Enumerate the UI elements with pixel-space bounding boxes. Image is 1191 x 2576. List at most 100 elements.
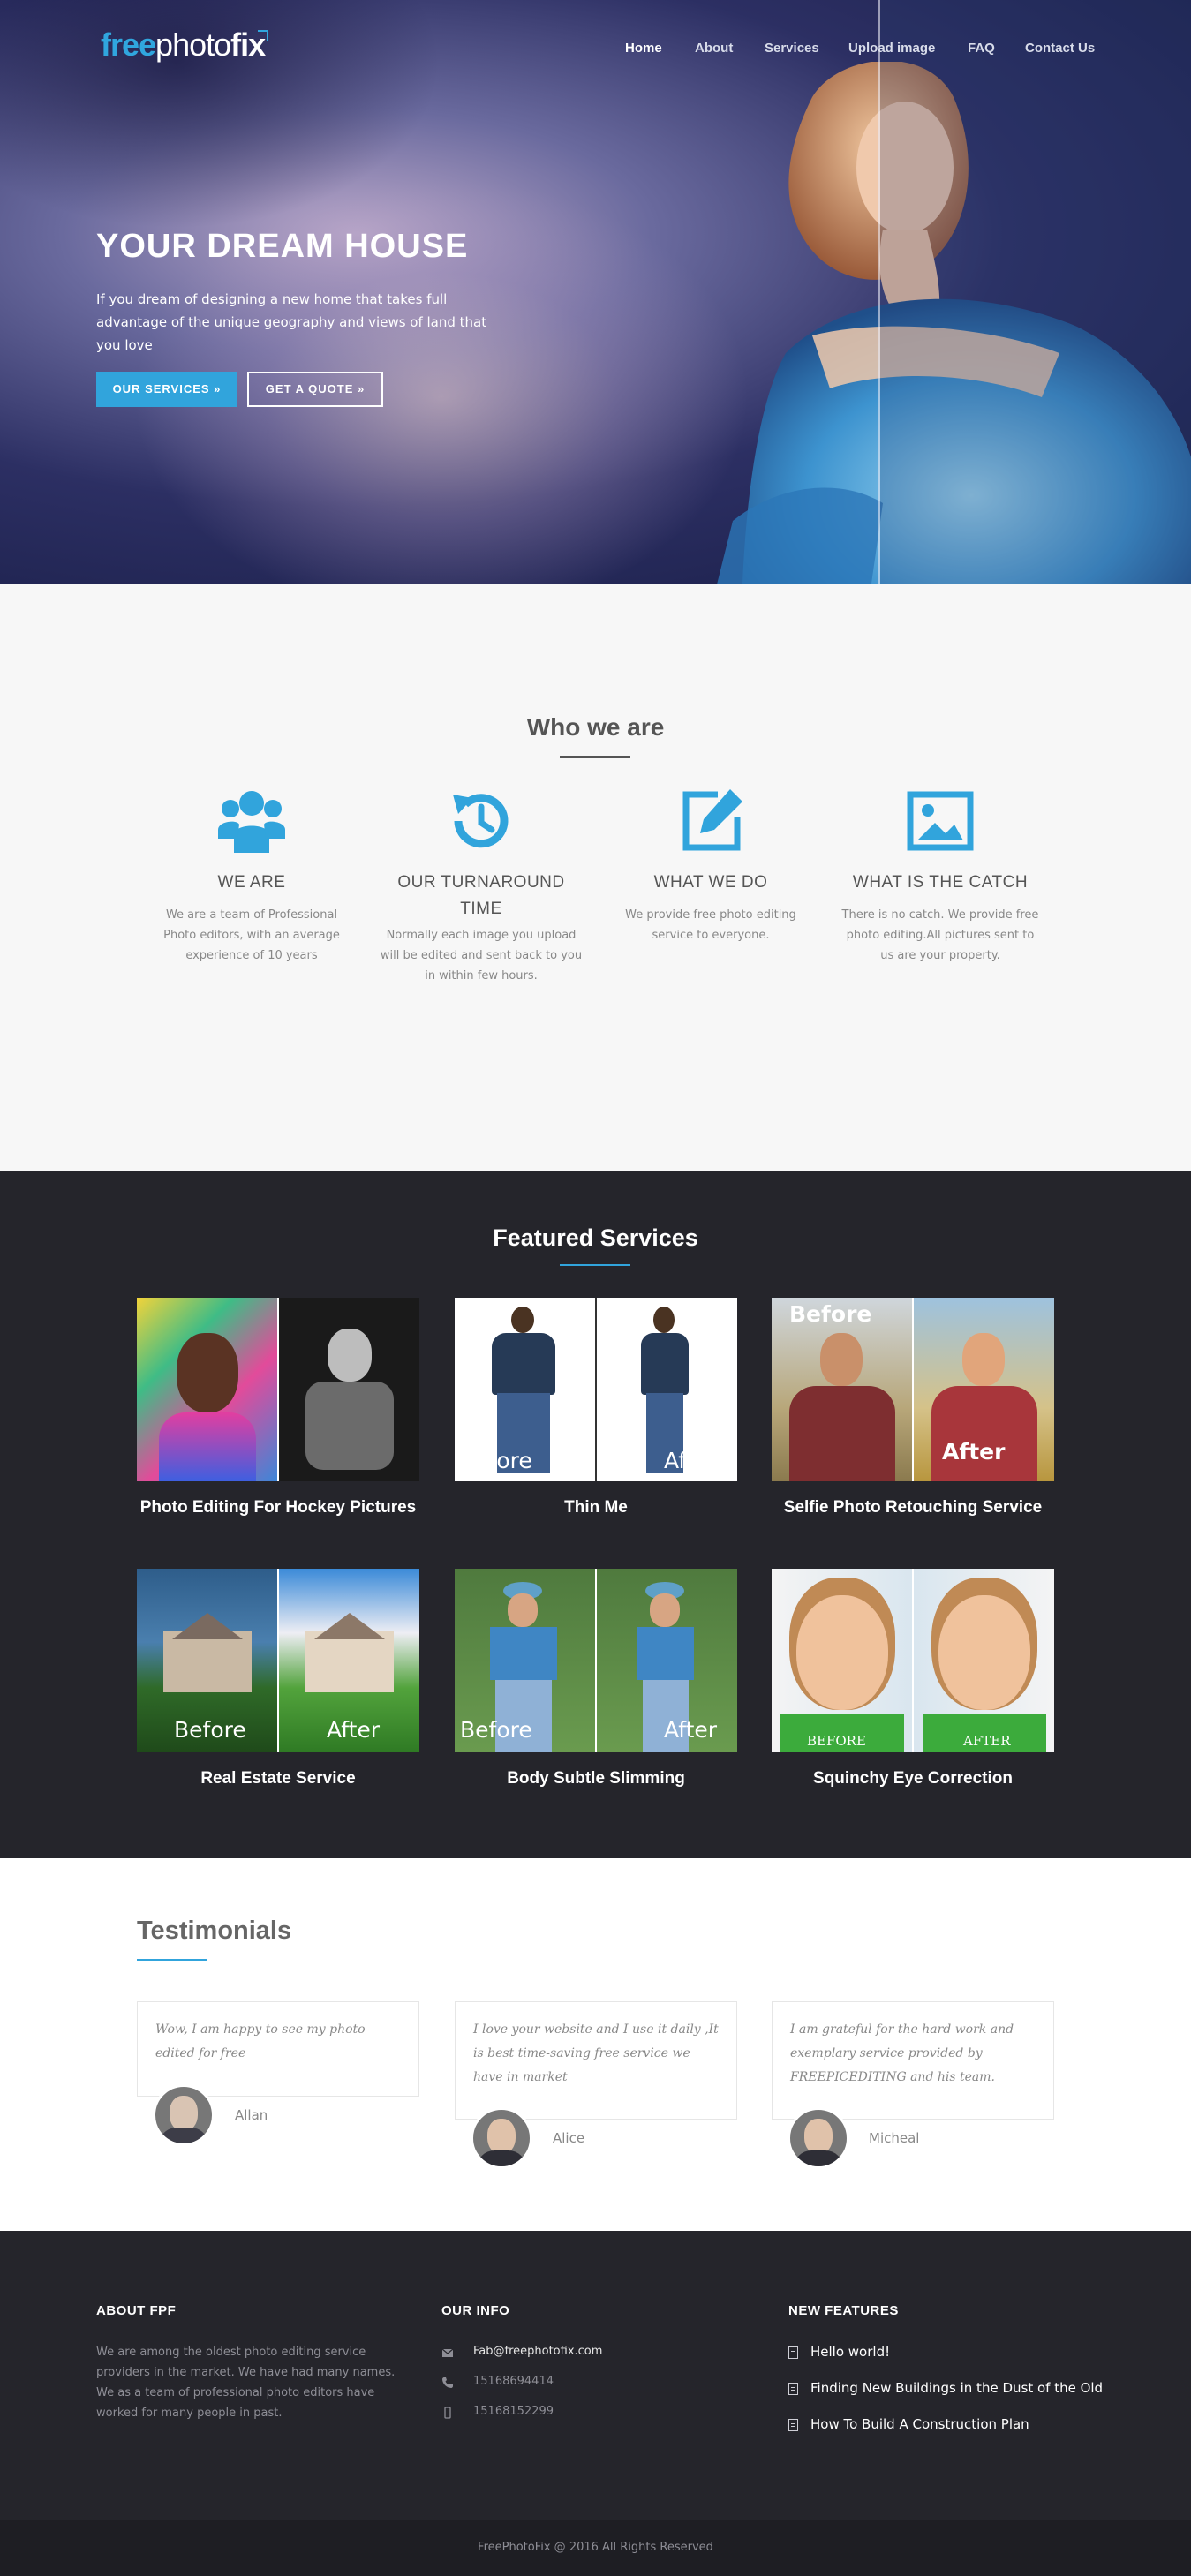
hero-title: YOUR DREAM HOUSE	[96, 228, 469, 265]
footer-about-title: ABOUT FPF	[96, 2303, 177, 2318]
our-services-button[interactable]: OUR SERVICES »	[96, 372, 237, 407]
service-thumbnail[interactable]: Before After	[137, 1569, 419, 1752]
after-image: After	[279, 1569, 419, 1752]
service-title[interactable]: Body Subtle Slimming	[455, 1769, 737, 1789]
footer-email-text[interactable]: Fab@freephotofix.com	[473, 2345, 602, 2358]
before-image: Before	[455, 1298, 595, 1481]
feature-link-text[interactable]: Hello world!	[810, 2344, 890, 2360]
testimonial-quote: Wow, I am happy to see my photo edited f…	[155, 2022, 366, 2060]
after-image	[279, 1298, 419, 1481]
testimonial-card: Wow, I am happy to see my photo edited f…	[137, 2001, 419, 2097]
get-a-quote-button[interactable]: GET A QUOTE »	[247, 372, 383, 407]
testimonial-author: Allan	[235, 2107, 268, 2123]
service-thumbnail[interactable]	[137, 1298, 419, 1481]
clock-rotate-icon	[453, 794, 509, 848]
avatar	[471, 2107, 532, 2169]
avatar	[788, 2107, 849, 2169]
document-icon	[788, 2419, 798, 2431]
service-title[interactable]: Selfie Photo Retouching Service	[772, 1498, 1054, 1518]
feature-link-text[interactable]: Finding New Buildings in the Dust of the…	[810, 2380, 1103, 2396]
hero-section: freephotofix Home About Services Upload …	[0, 0, 1191, 584]
footer-features-title: NEW FEATURES	[788, 2303, 899, 2318]
after-label: After	[327, 1717, 381, 1743]
image-icon	[907, 791, 974, 851]
logo-arrow-icon	[258, 30, 268, 41]
avatar	[153, 2084, 215, 2146]
service-thumbnail[interactable]: Before After	[455, 1569, 737, 1752]
nav-about[interactable]: About	[695, 41, 733, 56]
feature-heading: OUR TURNAROUND TIME	[397, 873, 565, 918]
service-title[interactable]: Squinchy Eye Correction	[772, 1769, 1054, 1789]
after-image: AFTER	[914, 1569, 1054, 1752]
hero-after-overlay	[880, 0, 1191, 584]
footer-info-title: OUR INFO	[441, 2303, 510, 2318]
footer: ABOUT FPF We are among the oldest photo …	[0, 2231, 1191, 2520]
before-label: Before	[460, 1717, 532, 1743]
service-title[interactable]: Thin Me	[455, 1498, 737, 1518]
service-thumbnail[interactable]: Before After	[455, 1298, 737, 1481]
testimonial-card: I love your website and I use it daily ,…	[455, 2001, 737, 2120]
before-label: Before	[174, 1717, 246, 1743]
testimonial-quote: I am grateful for the hard work and exem…	[790, 2022, 1014, 2084]
featured-services-title: Featured Services	[493, 1224, 698, 1251]
nav-services[interactable]: Services	[765, 41, 819, 56]
footer-phone-text: 15168694414	[473, 2375, 554, 2388]
testimonial-author: Alice	[553, 2130, 585, 2146]
hero-subtitle: If you dream of designing a new home tha…	[96, 291, 487, 353]
footer-feature-link[interactable]: Hello world!	[788, 2344, 1106, 2363]
phone-icon	[442, 2377, 453, 2388]
edit-icon	[682, 789, 742, 851]
after-label: After	[942, 1439, 1006, 1465]
who-we-are-section: Who we are WE ARE We are a team of Profe…	[0, 584, 1191, 1171]
before-image: BEFORE	[772, 1569, 912, 1752]
testimonial-author: Micheal	[869, 2130, 920, 2146]
testimonial-card: I am grateful for the hard work and exem…	[772, 2001, 1054, 2120]
testimonial-quote: I love your website and I use it daily ,…	[473, 2022, 719, 2084]
copyright-bar: FreePhotoFix @ 2016 All Rights Reserved	[0, 2520, 1191, 2576]
feature-heading: WHAT WE DO	[653, 873, 768, 892]
mobile-icon	[444, 2407, 451, 2419]
after-image: After	[597, 1569, 737, 1752]
after-label: After	[664, 1448, 718, 1473]
nav-home[interactable]: Home	[625, 41, 662, 56]
feature-text: Normally each image you upload will be e…	[380, 929, 583, 983]
title-underline	[560, 1264, 630, 1266]
after-image: After	[914, 1298, 1054, 1481]
feature-text: We are a team of Professional Photo edit…	[163, 908, 340, 962]
footer-email[interactable]: Fab@freephotofix.com	[441, 2345, 706, 2362]
before-image: Before	[455, 1569, 595, 1752]
feature-heading: WE ARE	[217, 873, 286, 892]
document-icon	[788, 2383, 798, 2395]
feature-link-text[interactable]: How To Build A Construction Plan	[810, 2416, 1029, 2432]
service-thumbnail[interactable]: Before After	[772, 1298, 1054, 1481]
before-image	[137, 1298, 277, 1481]
before-image: Before	[137, 1569, 277, 1752]
after-image: After	[597, 1298, 737, 1481]
footer-about-text: We are among the oldest photo editing se…	[96, 2346, 396, 2420]
title-underline	[560, 756, 630, 758]
footer-phone: 15168694414	[441, 2375, 706, 2392]
footer-feature-link[interactable]: How To Build A Construction Plan	[788, 2416, 1106, 2436]
footer-feature-link[interactable]: Finding New Buildings in the Dust of the…	[788, 2380, 1106, 2399]
service-thumbnail[interactable]: BEFORE AFTER	[772, 1569, 1054, 1752]
service-title[interactable]: Real Estate Service	[137, 1769, 419, 1789]
before-label: Before	[789, 1301, 872, 1327]
site-logo[interactable]: freephotofix	[101, 26, 266, 64]
footer-mobile-text: 15168152299	[473, 2405, 554, 2418]
service-title[interactable]: Photo Editing For Hockey Pictures	[137, 1498, 419, 1518]
after-label: After	[664, 1717, 718, 1743]
testimonials-section: Testimonials Wow, I am happy to see my p…	[0, 1858, 1191, 2231]
testimonials-title: Testimonials	[137, 1917, 292, 1945]
nav-contact-us[interactable]: Contact Us	[1025, 41, 1095, 56]
after-label: AFTER	[963, 1733, 1011, 1749]
before-image: Before	[772, 1298, 912, 1481]
envelope-icon	[441, 2348, 454, 2357]
before-after-slider-handle[interactable]	[878, 0, 880, 584]
before-label: Before	[460, 1448, 532, 1473]
who-we-are-title: Who we are	[526, 713, 665, 741]
featured-services-section: Featured Services Photo Editing For Hock…	[0, 1171, 1191, 1858]
nav-faq[interactable]: FAQ	[968, 41, 995, 56]
nav-upload-image[interactable]: Upload image	[848, 41, 935, 56]
footer-mobile: 15168152299	[441, 2405, 706, 2422]
feature-text: We provide free photo editing service to…	[625, 908, 796, 942]
